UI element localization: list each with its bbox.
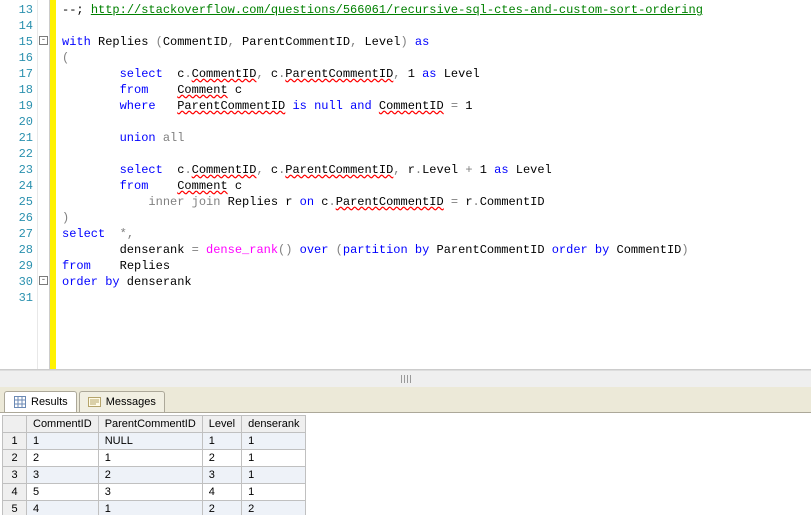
tab-results[interactable]: Results	[4, 391, 77, 412]
code-area[interactable]: --; http://stackoverflow.com/questions/5…	[56, 0, 811, 369]
line-number: 13	[8, 2, 33, 18]
row-number-cell[interactable]: 3	[3, 467, 27, 484]
data-cell[interactable]: 1	[242, 433, 306, 450]
data-cell[interactable]: 1	[242, 450, 306, 467]
data-cell[interactable]: 3	[98, 484, 202, 501]
data-cell[interactable]: 3	[202, 467, 241, 484]
data-cell[interactable]: 2	[242, 501, 306, 515]
data-cell[interactable]: 1	[27, 433, 99, 450]
tab-messages[interactable]: Messages	[79, 391, 165, 412]
table-row[interactable]: 33231	[3, 467, 306, 484]
grid-corner-cell	[3, 416, 27, 433]
line-number: 18	[8, 82, 33, 98]
messages-icon	[88, 395, 102, 409]
data-cell[interactable]: 2	[98, 467, 202, 484]
column-header[interactable]: Level	[202, 416, 241, 433]
tab-messages-label: Messages	[106, 396, 156, 408]
row-number-cell[interactable]: 2	[3, 450, 27, 467]
data-cell[interactable]: 4	[27, 501, 99, 515]
line-number: 14	[8, 18, 33, 34]
data-cell[interactable]: 1	[242, 484, 306, 501]
row-number-cell[interactable]: 4	[3, 484, 27, 501]
line-number: 16	[8, 50, 33, 66]
line-number: 19	[8, 98, 33, 114]
line-number: 25	[8, 194, 33, 210]
line-number: 21	[8, 130, 33, 146]
fold-marker-column: --	[38, 0, 50, 369]
results-grid[interactable]: CommentIDParentCommentIDLeveldenserank11…	[2, 415, 306, 515]
line-number: 23	[8, 162, 33, 178]
table-row[interactable]: 22121	[3, 450, 306, 467]
line-number: 22	[8, 146, 33, 162]
table-row[interactable]: 54122	[3, 501, 306, 515]
data-cell[interactable]: 1	[98, 501, 202, 515]
data-cell[interactable]: 2	[27, 450, 99, 467]
horizontal-scrollbar[interactable]	[0, 370, 811, 387]
row-number-cell[interactable]: 1	[3, 433, 27, 450]
data-cell[interactable]: 1	[98, 450, 202, 467]
comment-url: http://stackoverflow.com/questions/56606…	[91, 3, 703, 17]
line-number: 29	[8, 258, 33, 274]
data-cell[interactable]: 1	[242, 467, 306, 484]
table-row[interactable]: 45341	[3, 484, 306, 501]
grid-icon	[13, 395, 27, 409]
line-number: 20	[8, 114, 33, 130]
data-cell[interactable]: 1	[202, 433, 241, 450]
line-number: 30	[8, 274, 33, 290]
line-number: 24	[8, 178, 33, 194]
line-number: 26	[8, 210, 33, 226]
line-number: 15	[8, 34, 33, 50]
column-header[interactable]: ParentCommentID	[98, 416, 202, 433]
data-cell[interactable]: 3	[27, 467, 99, 484]
data-cell[interactable]: 2	[202, 501, 241, 515]
sql-editor-pane: 13141516171819202122232425262728293031 -…	[0, 0, 811, 370]
data-cell[interactable]: 4	[202, 484, 241, 501]
results-tabstrip: Results Messages	[0, 387, 811, 413]
line-number: 27	[8, 226, 33, 242]
fold-toggle-icon[interactable]: -	[39, 36, 48, 45]
data-cell[interactable]: 2	[202, 450, 241, 467]
tab-results-label: Results	[31, 396, 68, 408]
data-cell[interactable]: NULL	[98, 433, 202, 450]
data-cell[interactable]: 5	[27, 484, 99, 501]
fold-toggle-icon[interactable]: -	[39, 276, 48, 285]
results-pane: CommentIDParentCommentIDLeveldenserank11…	[0, 413, 811, 515]
line-number: 17	[8, 66, 33, 82]
line-number-gutter: 13141516171819202122232425262728293031	[0, 0, 38, 369]
row-number-cell[interactable]: 5	[3, 501, 27, 515]
line-number: 31	[8, 290, 33, 306]
column-header[interactable]: CommentID	[27, 416, 99, 433]
line-number: 28	[8, 242, 33, 258]
column-header[interactable]: denserank	[242, 416, 306, 433]
table-row[interactable]: 11NULL11	[3, 433, 306, 450]
